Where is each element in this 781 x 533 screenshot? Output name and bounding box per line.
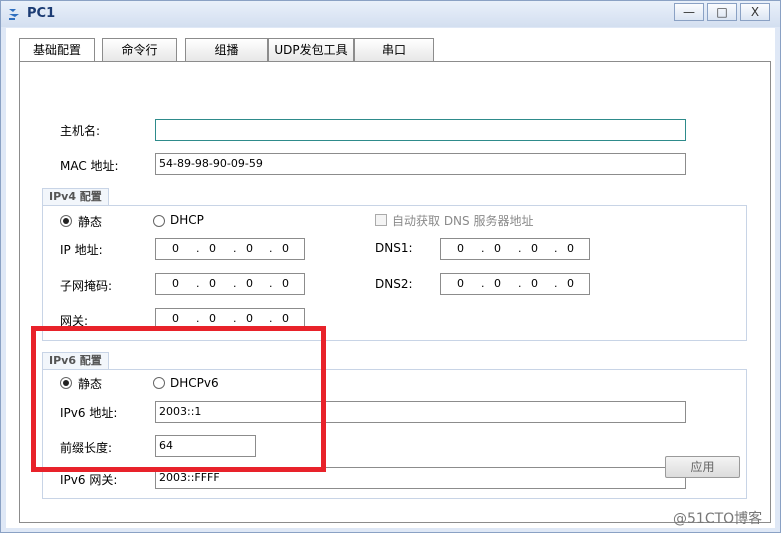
window-title: PC1 bbox=[27, 6, 56, 21]
mac-label: MAC 地址: bbox=[60, 159, 119, 173]
tab-serial[interactable]: 串口 bbox=[354, 38, 434, 62]
subnet-mask-label: 子网掩码: bbox=[60, 279, 113, 293]
watermark: @51CTO博客 bbox=[673, 511, 763, 527]
minimize-button[interactable]: — bbox=[674, 3, 704, 21]
tab-multicast[interactable]: 组播 bbox=[185, 38, 268, 62]
dns2-label: DNS2: bbox=[375, 277, 413, 291]
pc1-window: PC1 — □ X 基础配置 命令行 组播 UDP发包工具 串口 主机名: MA… bbox=[0, 0, 781, 533]
ipv4-static-label: 静态 bbox=[78, 215, 103, 229]
ip-address-input[interactable]: 0.0.0.0 bbox=[155, 238, 305, 260]
app-icon bbox=[9, 9, 19, 20]
maximize-button[interactable]: □ bbox=[707, 3, 737, 21]
dns2-input[interactable]: 0.0.0.0 bbox=[440, 273, 590, 295]
title-bar[interactable]: PC1 — □ X bbox=[1, 1, 780, 27]
highlight-box bbox=[31, 326, 326, 472]
tab-udp-tool[interactable]: UDP发包工具 bbox=[268, 38, 354, 62]
tab-basic-config[interactable]: 基础配置 bbox=[19, 38, 95, 63]
ipv4-group: 静态 DHCP 自动获取 DNS 服务器地址 IP 地址: 0.0.0.0 DN… bbox=[42, 205, 747, 341]
auto-dns-checkbox[interactable] bbox=[375, 214, 387, 226]
ipv4-dhcp-label: DHCP bbox=[170, 213, 204, 227]
dns1-label: DNS1: bbox=[375, 241, 413, 255]
hostname-label: 主机名: bbox=[60, 124, 101, 138]
tab-command-line[interactable]: 命令行 bbox=[102, 38, 177, 62]
ipv6-gateway-label: IPv6 网关: bbox=[60, 473, 118, 487]
ipv4-static-radio[interactable] bbox=[60, 215, 72, 227]
ipv4-group-title: IPv4 配置 bbox=[42, 188, 109, 206]
apply-button[interactable]: 应用 bbox=[665, 456, 740, 478]
ip-address-label: IP 地址: bbox=[60, 243, 103, 257]
dns1-input[interactable]: 0.0.0.0 bbox=[440, 238, 590, 260]
close-button[interactable]: X bbox=[740, 3, 770, 21]
ipv4-dhcp-radio[interactable] bbox=[153, 215, 165, 227]
auto-dns-label: 自动获取 DNS 服务器地址 bbox=[392, 214, 534, 228]
hostname-input[interactable] bbox=[155, 119, 686, 141]
mac-address-field[interactable]: 54-89-98-90-09-59 bbox=[155, 153, 686, 175]
subnet-mask-input[interactable]: 0.0.0.0 bbox=[155, 273, 305, 295]
